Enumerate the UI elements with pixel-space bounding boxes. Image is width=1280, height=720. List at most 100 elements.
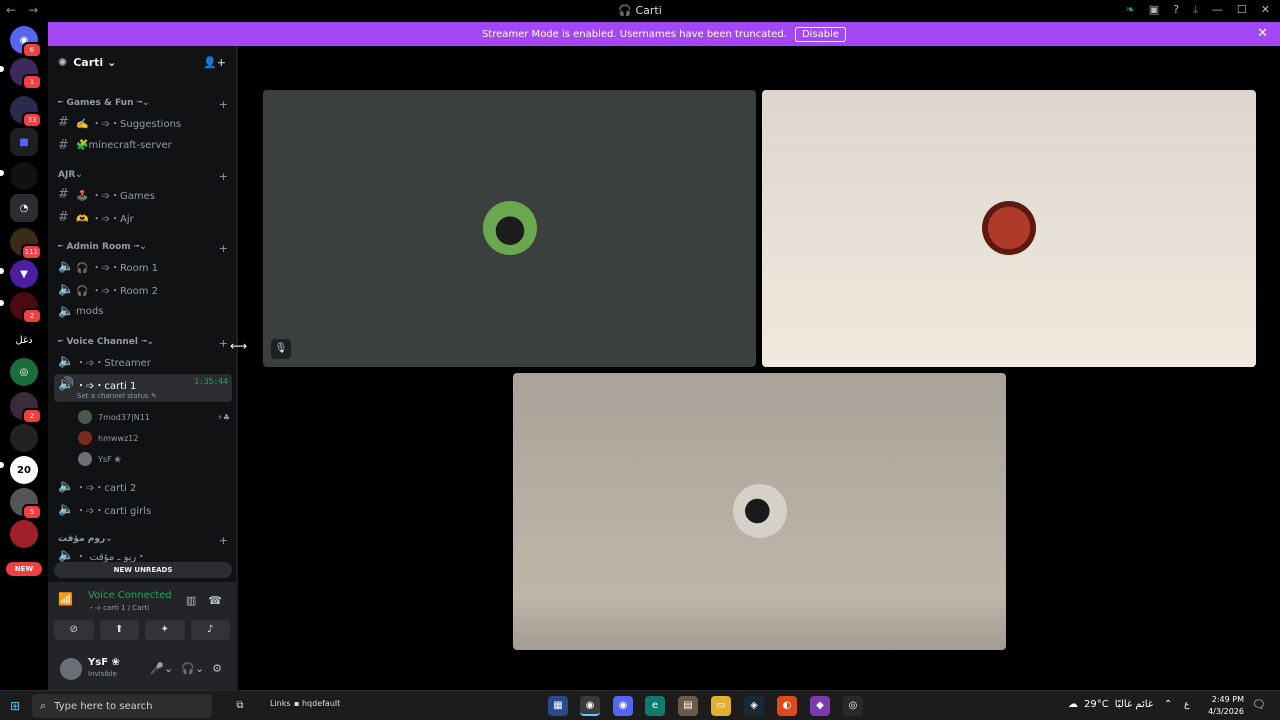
category-admin-room[interactable]: ╾ Admin Room ╼ ⌄ + [58, 242, 228, 255]
channel-room-1[interactable]: 🔈 🎧 ・➩・Room 1 [58, 256, 230, 276]
server-icon[interactable]: 2 [10, 392, 42, 424]
folder-icon[interactable]: ■ [10, 128, 38, 156]
server-icon[interactable]: 1 [10, 58, 42, 90]
windows-start-icon[interactable]: ⊞ [10, 699, 20, 713]
new-unreads-button[interactable]: NEW UNREADS [54, 562, 232, 578]
leaf-icon[interactable]: ❧ [1126, 3, 1135, 17]
clock[interactable]: 2:49 PM 4/3/2026 [1200, 694, 1244, 718]
help-icon[interactable]: ? [1173, 3, 1179, 17]
microphone-icon[interactable]: 🎤⌄ [150, 662, 173, 675]
maximize-icon[interactable]: ☐ [1237, 3, 1247, 17]
server-icon[interactable]: 33 [10, 96, 42, 128]
links-toolbar[interactable]: Links [270, 699, 291, 708]
voice-connected-title[interactable]: Voice Connected [88, 590, 172, 601]
voice-connected-panel: 📶 Voice Connected ・➩ carti 1 / Carti ▥ ☎… [48, 582, 236, 648]
voice-connected-subtitle[interactable]: ・➩ carti 1 / Carti [88, 603, 149, 613]
sidebar-divider[interactable] [236, 46, 238, 690]
add-channel-icon[interactable]: + [219, 170, 228, 183]
speaker-icon: 🔈 [58, 303, 75, 319]
channel-temp[interactable]: 🔈 ・ ریو ـ مؤقت・ [58, 548, 230, 562]
discord-taskbar-icon[interactable]: ◉ [580, 696, 600, 716]
user-name[interactable]: YsF ❀ [88, 657, 120, 668]
screen-icon[interactable]: ▣ [1149, 3, 1159, 17]
category-games-fun[interactable]: ╾ Games & Fun ╼ ⌄ + [58, 98, 228, 111]
app-icon[interactable]: ◎ [843, 696, 863, 716]
disconnect-icon[interactable]: ☎ [208, 594, 222, 607]
server-icon[interactable] [10, 162, 38, 190]
app-icon[interactable]: ▦ [548, 696, 568, 716]
hash-icon: # [58, 186, 69, 202]
app-icon[interactable]: ◐ [777, 696, 797, 716]
channel-status[interactable]: Set a channel status ✎ [77, 392, 157, 400]
app-icon[interactable]: ▤ [678, 696, 698, 716]
channel-mods[interactable]: 🔈 mods [58, 301, 230, 321]
language-indicator[interactable]: ع [1184, 700, 1189, 710]
channel-room-2[interactable]: 🔈 🎧 ・➩・Room 2 [58, 279, 230, 299]
add-channel-icon[interactable]: + [219, 534, 228, 547]
disable-button[interactable]: Disable [794, 26, 847, 42]
minimize-icon[interactable]: — [1212, 3, 1223, 17]
channel-games[interactable]: # 🕹️ ・➩・Games [58, 184, 230, 204]
server-icon[interactable] [10, 520, 38, 548]
discord-home-icon[interactable]: ◉ 6 [10, 26, 42, 58]
add-channel-icon[interactable]: + [219, 242, 228, 255]
category-voice-channel[interactable]: ╾ Voice Channel ╼ ⌄ + [58, 337, 228, 350]
new-pill[interactable]: NEW [6, 562, 42, 576]
chevron-up-icon[interactable]: ⌃ [1164, 699, 1172, 710]
notification-icon[interactable]: 🗨 [1252, 698, 1266, 711]
resize-cursor-icon: ⟷ [230, 339, 248, 353]
speaker-icon: 🔈 [58, 258, 75, 274]
channel-ajr[interactable]: # 🫶 ・➩・Ajr [58, 207, 230, 227]
app-icon[interactable]: ◆ [810, 696, 830, 716]
add-channel-icon[interactable]: + [219, 98, 228, 111]
voice-user[interactable]: hmwwz12 [78, 429, 230, 447]
file-explorer-icon[interactable]: ▭ [711, 696, 731, 716]
download-icon[interactable]: ⤓ [1193, 3, 1198, 17]
channel-carti-girls[interactable]: 🔈 ・➩・carti girls [58, 499, 230, 519]
signal-icon[interactable]: 📶 [58, 592, 78, 612]
voice-user[interactable]: YsF ❀ [78, 450, 230, 468]
channel-carti-2[interactable]: 🔈 ・➩・carti 2 [58, 476, 230, 496]
weather-widget[interactable]: ☁ 29°C غائم غالبًا [1068, 699, 1153, 710]
server-icon[interactable]: ◎ [10, 358, 38, 386]
close-window-icon[interactable]: ✕ [1261, 3, 1270, 17]
camera-button[interactable]: ⊘ [54, 620, 94, 640]
headphones-icon[interactable]: 🎧⌄ [181, 662, 204, 675]
category-ajr[interactable]: AJR ⌄ + [58, 170, 228, 183]
discord-taskbar-icon[interactable]: ◉ [613, 696, 633, 716]
video-tile[interactable] [762, 90, 1256, 367]
steam-icon[interactable]: ◈ [744, 696, 764, 716]
search-input[interactable]: ⌕ Type here to search [32, 694, 212, 718]
folder-icon[interactable]: ◔ [10, 194, 38, 222]
avatar[interactable] [60, 658, 82, 680]
activities-button[interactable]: ✦ [145, 620, 185, 640]
edge-icon[interactable]: e [645, 696, 665, 716]
soundboard-button[interactable]: ♪ [190, 620, 230, 640]
add-channel-icon[interactable]: + [219, 337, 228, 350]
speaker-icon: 🔊 [58, 377, 75, 392]
voice-user[interactable]: 7mod37|N11 ⚡♣ [78, 408, 230, 426]
mute-icon[interactable]: 🎙 [271, 339, 291, 359]
hqdefault-item[interactable]: ▪ hqdefault [294, 699, 340, 708]
close-icon[interactable]: ✕ [1257, 26, 1268, 41]
server-icon[interactable]: 5 [10, 488, 42, 520]
channel-suggestions[interactable]: # ✍️ ・➩・Suggestions [58, 112, 230, 132]
server-icon[interactable]: دغل [10, 326, 38, 354]
server-icon[interactable] [10, 424, 38, 452]
server-icon[interactable]: 111 [10, 228, 42, 260]
server-icon[interactable]: ▼ [10, 260, 38, 288]
channel-minecraft-server[interactable]: # 🧩minecraft-server [58, 135, 230, 155]
channel-streamer[interactable]: 🔈 ・➩・Streamer [58, 351, 230, 371]
speaker-icon: 🔈 [58, 548, 75, 562]
gear-icon[interactable]: ⚙ [212, 662, 222, 675]
server-icon[interactable]: 2 [10, 292, 42, 324]
screen-share-button[interactable]: ⬆ [99, 620, 139, 640]
video-tile[interactable] [513, 373, 1006, 650]
noise-suppression-icon[interactable]: ▥ [186, 594, 196, 607]
video-tile[interactable]: 🎙 [263, 90, 756, 367]
server-header[interactable]: ✺ Carti ⌄ 👤+ [48, 46, 236, 78]
server-icon[interactable]: 20 [10, 456, 38, 484]
category-temp-room[interactable]: روم مؤقت ⌄ + [58, 534, 228, 547]
task-view-icon[interactable]: ⧉ [230, 696, 250, 716]
invite-icon[interactable]: 👤+ [203, 56, 226, 69]
